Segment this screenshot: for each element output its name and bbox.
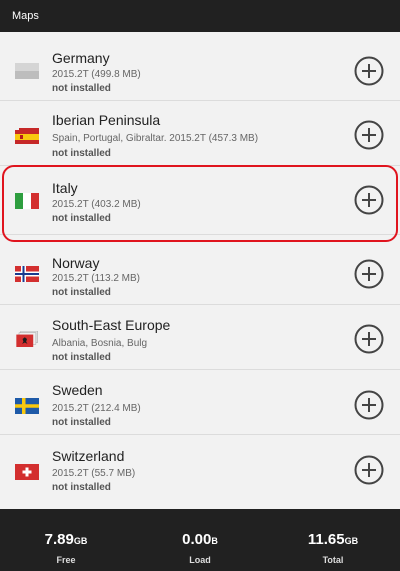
list-item-germany[interactable]: Germany 2015.2T (499.8 MB) not installed	[0, 38, 400, 100]
add-icon[interactable]	[354, 259, 384, 289]
add-icon[interactable]	[354, 455, 384, 485]
load-label: Load	[189, 555, 211, 565]
map-detail: Spain, Portugal, Gibraltar. 2015.2T (457…	[52, 133, 259, 144]
list-item-switzerland[interactable]: Switzerland 2015.2T (55.7 MB) not instal…	[0, 435, 400, 505]
load-value: 0.00B	[182, 531, 218, 548]
map-status: not installed	[52, 287, 111, 298]
albania-flag-icon	[16, 331, 38, 347]
free-stat: 7.89GB Free	[6, 531, 126, 565]
map-detail: 2015.2T (113.2 MB)	[52, 273, 141, 284]
map-name: Sweden	[52, 382, 103, 398]
switzerland-flag-icon	[15, 464, 39, 480]
list-item-iberian-peninsula[interactable]: Iberian Peninsula Spain, Portugal, Gibra…	[0, 101, 400, 165]
add-icon[interactable]	[354, 56, 384, 86]
app-title: Maps	[12, 10, 39, 22]
map-name: South-East Europe	[52, 317, 171, 333]
map-name: Germany	[52, 50, 110, 66]
load-stat: 0.00B Load	[140, 531, 260, 565]
map-name: Iberian Peninsula	[52, 112, 161, 128]
add-icon[interactable]	[354, 120, 384, 150]
map-status: not installed	[52, 417, 111, 428]
highlight-outline	[2, 165, 398, 242]
list-item-norway[interactable]: Norway 2015.2T (113.2 MB) not installed	[0, 242, 400, 304]
add-icon[interactable]	[354, 324, 384, 354]
add-icon[interactable]	[354, 390, 384, 420]
list-item-sweden[interactable]: Sweden 2015.2T (212.4 MB) not installed	[0, 370, 400, 434]
spain-flag-icon	[15, 128, 39, 144]
app-bar: Maps	[0, 0, 400, 32]
free-label: Free	[56, 555, 76, 565]
sweden-flag-icon	[15, 398, 39, 414]
total-stat: 11.65GB Total	[273, 531, 393, 565]
map-name: Switzerland	[52, 448, 125, 464]
free-value: 7.89GB	[44, 531, 88, 548]
map-detail: 2015.2T (499.8 MB)	[52, 69, 141, 80]
total-label: Total	[322, 555, 344, 565]
norway-flag-icon	[15, 266, 39, 282]
map-name: Norway	[52, 255, 100, 271]
map-detail: 2015.2T (55.7 MB)	[52, 468, 136, 479]
map-status: not installed	[52, 482, 111, 493]
map-status: not installed	[52, 148, 111, 159]
list-item-south-east-europe[interactable]: South-East Europe Albania, Bosnia, Bulg …	[0, 305, 400, 369]
map-detail: Albania, Bosnia, Bulg	[52, 338, 148, 349]
total-value: 11.65GB	[307, 531, 359, 548]
map-status: not installed	[52, 83, 111, 94]
map-status: not installed	[52, 352, 111, 363]
map-detail: 2015.2T (212.4 MB)	[52, 403, 141, 414]
storage-footer: 7.89GB Free 0.00B Load 11.65GB Total	[0, 509, 400, 571]
grey-flag-icon	[15, 63, 39, 79]
map-list[interactable]: Germany 2015.2T (499.8 MB) not installed…	[0, 38, 400, 508]
